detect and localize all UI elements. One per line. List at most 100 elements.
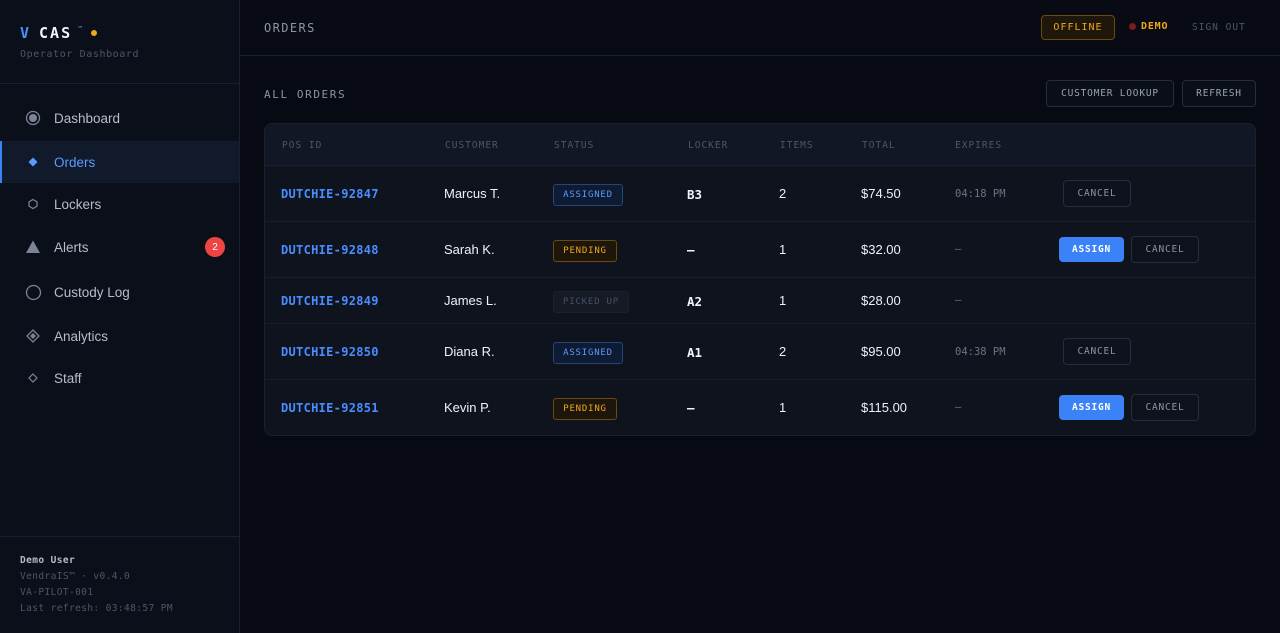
pos-id-link[interactable]: DUTCHIE-92847: [281, 187, 379, 201]
sidebar-item-orders[interactable]: Orders: [0, 141, 239, 183]
cancel-button[interactable]: CANCEL: [1063, 180, 1131, 207]
locker-id: A2: [687, 294, 703, 309]
table-row: DUTCHIE-92851 Kevin P. PENDING — 1 $115.…: [265, 380, 1255, 435]
column-header-pos-id: POS ID: [282, 140, 323, 151]
sidebar-item-analytics[interactable]: Analytics: [0, 315, 239, 357]
diamond-outline-icon: [24, 327, 42, 345]
assign-button[interactable]: ASSIGN: [1059, 395, 1124, 420]
customer-name: Marcus T.: [444, 186, 501, 201]
status-badge: PENDING: [553, 240, 617, 262]
table-row: DUTCHIE-92850 Diana R. ASSIGNED A1 2 $95…: [265, 324, 1255, 380]
radio-dot-icon: [24, 109, 42, 127]
pos-id-link[interactable]: DUTCHIE-92850: [281, 345, 379, 359]
table-row: DUTCHIE-92847 Marcus T. ASSIGNED B3 2 $7…: [265, 166, 1255, 222]
column-header-locker: LOCKER: [688, 140, 729, 151]
hexagon-icon: [24, 195, 42, 213]
table-row: DUTCHIE-92848 Sarah K. PENDING — 1 $32.0…: [265, 222, 1255, 278]
brand-name: CAS: [39, 24, 73, 42]
cancel-button[interactable]: CANCEL: [1063, 338, 1131, 365]
locker-id: A1: [687, 345, 703, 360]
status-badge: PICKED UP: [553, 291, 629, 313]
brand-mark: V: [20, 24, 31, 42]
customer-name: Diana R.: [444, 344, 495, 359]
locker-id: —: [687, 242, 695, 257]
footer-last-refresh: Last refresh: 03:48:57 PM: [20, 603, 173, 614]
page-title: ORDERS: [264, 21, 316, 35]
section-title: ALL ORDERS: [264, 88, 347, 101]
pos-id-link[interactable]: DUTCHIE-92851: [281, 401, 379, 415]
sidebar-item-label: Orders: [54, 154, 96, 170]
orders-table: POS ID CUSTOMER STATUS LOCKER ITEMS TOTA…: [264, 123, 1256, 436]
column-header-customer: CUSTOMER: [445, 140, 499, 151]
sidebar: V CAS ™ Operator Dashboard Dashboard Ord…: [0, 0, 240, 633]
footer-site-id: VA-PILOT-001: [20, 587, 94, 598]
item-count: 2: [779, 344, 787, 359]
topbar: ORDERS OFFLINE DEMO SIGN OUT: [240, 0, 1280, 56]
offline-status-badge: OFFLINE: [1041, 15, 1115, 40]
status-dot-icon: [91, 30, 98, 36]
small-diamond-icon: [24, 369, 42, 387]
sidebar-item-label: Analytics: [54, 328, 109, 344]
sidebar-item-lockers[interactable]: Lockers: [0, 183, 239, 225]
status-badge: ASSIGNED: [553, 342, 623, 364]
column-header-total: TOTAL: [862, 140, 896, 151]
sidebar-item-label: Staff: [54, 370, 82, 386]
cancel-button[interactable]: CANCEL: [1131, 394, 1199, 421]
sidebar-item-alerts[interactable]: Alerts 2: [0, 226, 239, 268]
sidebar-item-custody-log[interactable]: Custody Log: [0, 271, 239, 313]
sidebar-item-staff[interactable]: Staff: [0, 357, 239, 399]
order-total: $32.00: [861, 242, 901, 257]
status-badge: PENDING: [553, 398, 617, 420]
expires-time: —: [955, 294, 962, 306]
item-count: 2: [779, 186, 787, 201]
locker-id: B3: [687, 187, 703, 202]
column-header-status: STATUS: [554, 140, 595, 151]
sidebar-item-label: Custody Log: [54, 284, 130, 300]
sidebar-item-label: Alerts: [54, 239, 89, 255]
pos-id-link[interactable]: DUTCHIE-92848: [281, 243, 379, 257]
customer-lookup-button[interactable]: CUSTOMER LOOKUP: [1046, 80, 1174, 107]
locker-id: —: [687, 400, 695, 415]
customer-name: Sarah K.: [444, 242, 495, 257]
item-count: 1: [779, 242, 787, 257]
sidebar-item-dashboard[interactable]: Dashboard: [0, 97, 239, 139]
footer-version: VendraIS™ · v0.4.0: [20, 571, 131, 582]
sidebar-item-label: Dashboard: [54, 110, 121, 126]
item-count: 1: [779, 400, 787, 415]
demo-dot-icon: [1129, 23, 1136, 30]
expires-time: 04:38 PM: [955, 346, 1006, 358]
footer-user-name: Demo User: [20, 555, 76, 566]
brand-subtitle: Operator Dashboard: [20, 49, 140, 60]
table-header: POS ID CUSTOMER STATUS LOCKER ITEMS TOTA…: [265, 124, 1255, 166]
diamond-icon: [24, 153, 42, 171]
refresh-button[interactable]: REFRESH: [1182, 80, 1256, 107]
circle-icon: [24, 283, 42, 301]
triangle-icon: [24, 238, 42, 256]
column-header-expires: EXPIRES: [955, 140, 1003, 151]
expires-time: 04:18 PM: [955, 188, 1006, 200]
sidebar-footer-divider: [0, 536, 239, 537]
brand-logo[interactable]: V CAS ™: [20, 23, 98, 43]
expires-time: —: [955, 401, 962, 413]
order-total: $115.00: [861, 400, 908, 415]
order-total: $95.00: [861, 344, 901, 359]
column-header-items: ITEMS: [780, 140, 814, 151]
customer-name: Kevin P.: [444, 400, 491, 415]
expires-time: —: [955, 243, 962, 255]
order-total: $74.50: [861, 186, 901, 201]
demo-mode-indicator: DEMO: [1129, 21, 1168, 32]
status-badge: ASSIGNED: [553, 184, 623, 206]
item-count: 1: [779, 293, 787, 308]
pos-id-link[interactable]: DUTCHIE-92849: [281, 294, 379, 308]
table-row: DUTCHIE-92849 James L. PICKED UP A2 1 $2…: [265, 278, 1255, 324]
cancel-button[interactable]: CANCEL: [1131, 236, 1199, 263]
trademark-mark: ™: [78, 25, 83, 33]
sign-out-button[interactable]: SIGN OUT: [1192, 22, 1246, 33]
demo-label: DEMO: [1141, 21, 1169, 32]
customer-name: James L.: [444, 293, 497, 308]
sidebar-item-label: Lockers: [54, 196, 102, 212]
sidebar-divider: [0, 83, 239, 84]
alerts-count-badge: 2: [205, 237, 225, 257]
order-total: $28.00: [861, 293, 901, 308]
assign-button[interactable]: ASSIGN: [1059, 237, 1124, 262]
